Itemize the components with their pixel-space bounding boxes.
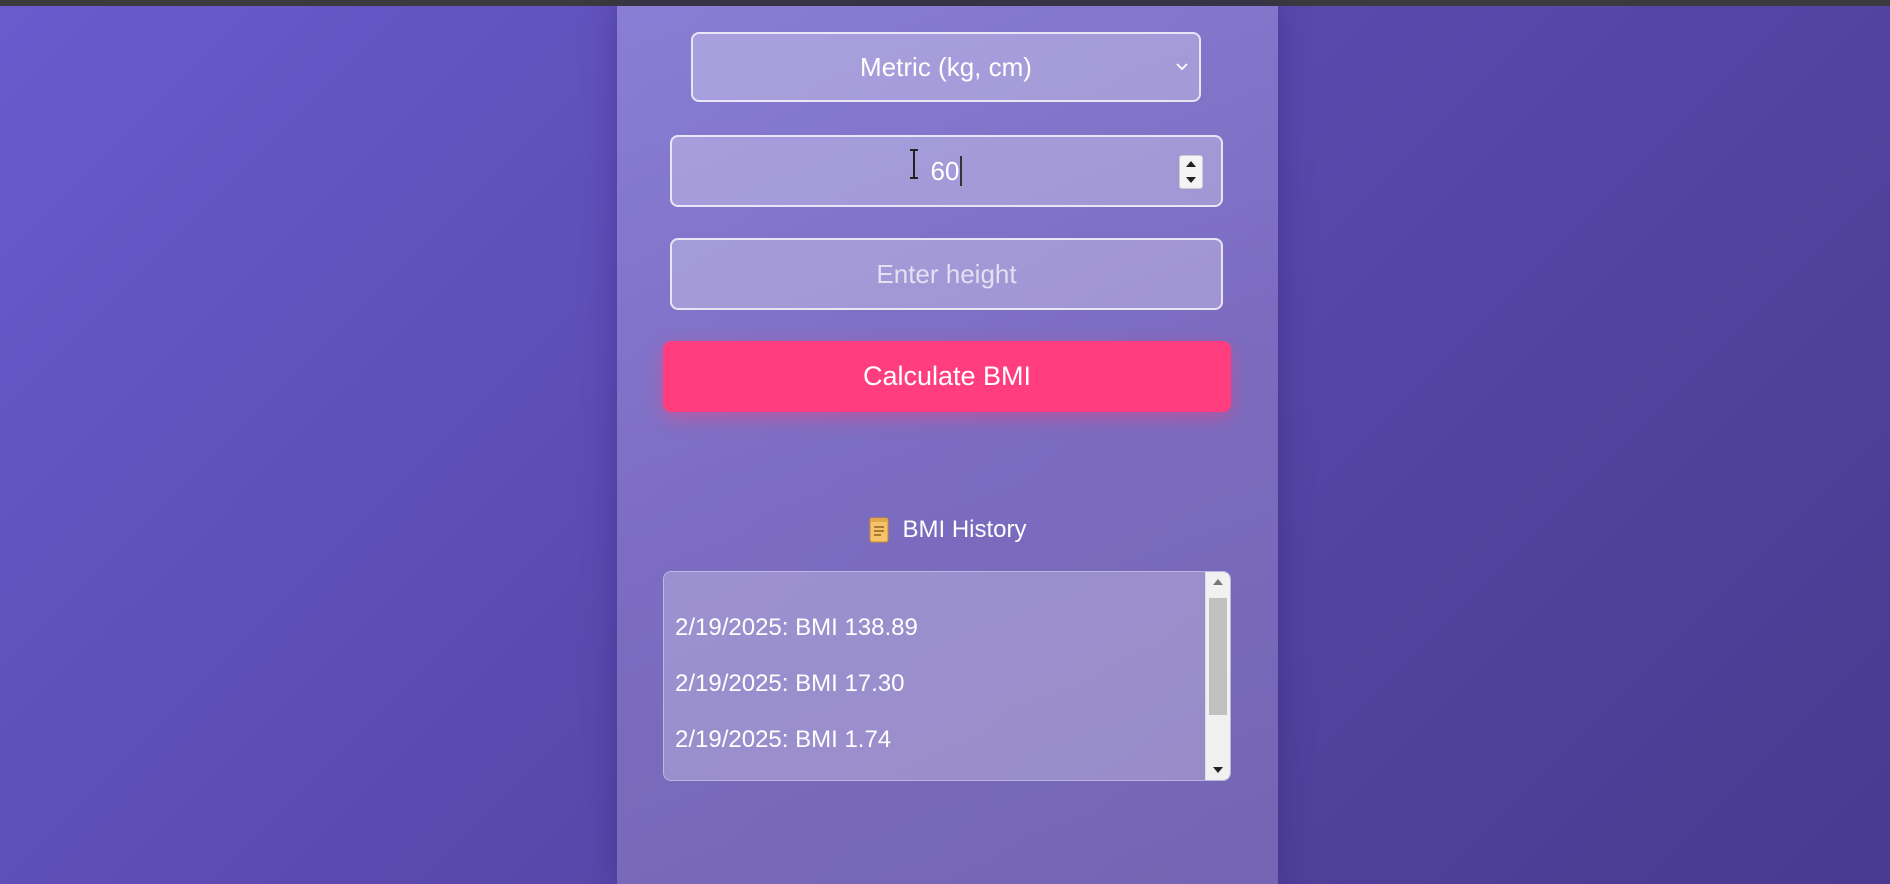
calculate-bmi-button[interactable]: Calculate BMI (663, 341, 1231, 412)
scroll-up-arrow-icon[interactable] (1206, 572, 1230, 592)
history-item: 2/19/2025: BMI 17.30 (675, 670, 905, 697)
calculate-button-label: Calculate BMI (862, 361, 1032, 391)
unit-select-value: Metric (kg, cm) (860, 51, 1032, 82)
spin-down-button[interactable] (1180, 172, 1202, 188)
history-item: 2/19/2025: BMI 138.89 (675, 614, 918, 641)
unit-system-select[interactable]: Metric (kg, cm) (691, 32, 1201, 102)
height-input[interactable]: Enter height (670, 238, 1223, 310)
bmi-calculator-card: Metric (kg, cm) 60 Enter height Calculat… (617, 6, 1278, 884)
text-cursor-icon (910, 149, 918, 179)
history-item: 2/19/2025: BMI 1.74 (675, 726, 892, 753)
history-list: 2/19/2025: BMI 138.89 2/19/2025: BMI 17.… (675, 608, 918, 776)
scrollbar-thumb[interactable] (1209, 598, 1227, 715)
height-input-placeholder: Enter height (876, 258, 1017, 289)
spin-up-button[interactable] (1180, 156, 1202, 172)
number-spinner[interactable] (1179, 155, 1203, 189)
scroll-down-arrow-icon[interactable] (1206, 760, 1230, 780)
history-heading: BMI History (617, 512, 1278, 548)
history-list-box[interactable]: 2/19/2025: BMI 138.89 2/19/2025: BMI 17.… (663, 571, 1231, 781)
weight-input[interactable]: 60 (670, 135, 1223, 207)
weight-input-value: 60 (930, 155, 960, 186)
history-title-text: BMI History (902, 516, 1027, 543)
scroll-icon (869, 517, 889, 543)
chevron-down-icon (1173, 58, 1191, 76)
history-scrollbar[interactable] (1205, 572, 1230, 780)
text-caret (960, 156, 963, 186)
